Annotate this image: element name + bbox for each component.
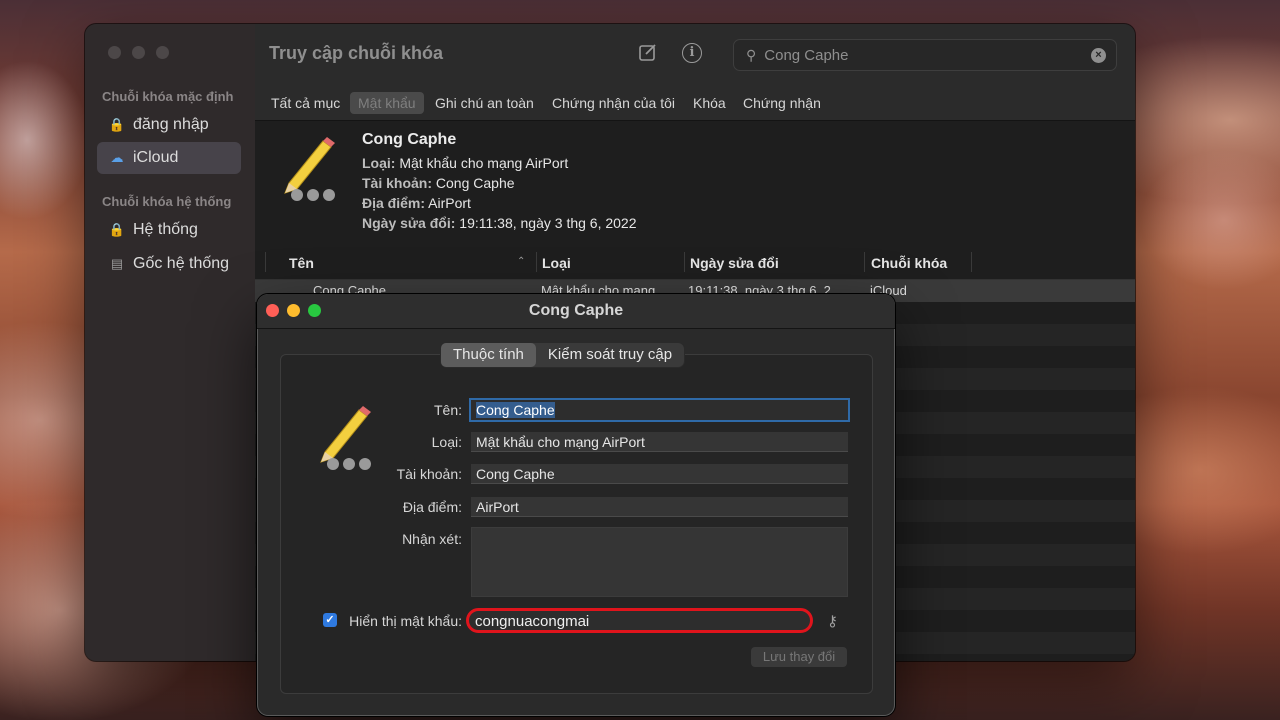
item-location-label: Địa điểm:: [362, 195, 426, 211]
compose-icon[interactable]: [637, 42, 659, 64]
item-info-dialog: Cong Caphe Thuộc tính Kiểm soát truy cập…: [257, 294, 895, 716]
sidebar-item-label: đăng nhập: [133, 116, 209, 133]
sidebar-item-label: Hệ thống: [133, 221, 198, 238]
item-modified-value: 19:11:38, ngày 3 thg 6, 2022: [459, 215, 637, 231]
tab-passwords[interactable]: Mật khẩu: [350, 92, 424, 114]
tab-all-items[interactable]: Tất cả mục: [263, 92, 348, 114]
location-label: Địa điểm:: [402, 499, 462, 515]
item-modified-row: Ngày sửa đổi: 19:11:38, ngày 3 thg 6, 20…: [362, 215, 637, 231]
sidebar-item-icloud[interactable]: ☁ iCloud: [97, 142, 241, 174]
dialog-titlebar: Cong Caphe: [257, 294, 895, 329]
item-type-label: Loại:: [362, 155, 396, 171]
wallpaper-fog: [1140, 150, 1280, 290]
sidebar-item-login[interactable]: 🔒 đăng nhập: [97, 109, 241, 141]
column-separator: [864, 252, 865, 272]
sidebar-item-label: Gốc hệ thống: [133, 255, 230, 272]
clear-search-icon[interactable]: ×: [1091, 47, 1106, 63]
sidebar-item-system-roots[interactable]: ▤ Gốc hệ thống: [97, 248, 241, 280]
info-icon[interactable]: i: [682, 43, 702, 63]
tab-secure-notes[interactable]: Ghi chú an toàn: [427, 92, 542, 114]
list-header: Tên ⌃ Loại Ngày sửa đổi Chuỗi khóa: [255, 246, 1135, 280]
tab-my-certificates[interactable]: Chứng nhận của tôi: [544, 92, 683, 114]
show-password-label: Hiển thị mật khẩu:: [349, 613, 462, 629]
sidebar-item-label: iCloud: [133, 149, 179, 166]
cloud-icon: ☁: [110, 150, 124, 165]
key-icon[interactable]: ⚷: [827, 612, 838, 630]
dialog-tabs: Thuộc tính Kiểm soát truy cập: [441, 343, 685, 367]
type-field[interactable]: Mật khẩu cho mạng AirPort: [471, 432, 848, 452]
dialog-title: Cong Caphe: [528, 302, 624, 319]
column-header-keychain[interactable]: Chuỗi khóa: [871, 255, 947, 271]
account-field[interactable]: Cong Caphe: [471, 464, 848, 484]
cabinet-icon: ▤: [110, 256, 124, 271]
item-name: Cong Caphe: [362, 131, 457, 148]
item-location-row: Địa điểm: AirPort: [362, 195, 471, 211]
sort-ascending-icon: ⌃: [517, 256, 526, 267]
sidebar-item-system[interactable]: 🔒 Hệ thống: [97, 214, 241, 246]
window-controls: [108, 46, 169, 59]
comment-field[interactable]: [471, 527, 848, 597]
search-icon: ⚲: [746, 46, 757, 63]
name-field[interactable]: Cong Caphe: [471, 400, 848, 420]
column-separator: [971, 252, 972, 272]
name-field-value: Cong Caphe: [476, 402, 555, 418]
item-type-value: Mật khẩu cho mạng AirPort: [399, 155, 569, 171]
lock-icon: 🔒: [108, 117, 126, 132]
type-label: Loại:: [431, 434, 462, 450]
save-changes-button[interactable]: Lưu thay đổi: [751, 647, 847, 667]
location-field[interactable]: AirPort: [471, 497, 848, 517]
lock-icon: 🔒: [108, 222, 126, 237]
column-separator: [684, 252, 685, 272]
close-button-inactive[interactable]: [108, 46, 121, 59]
search-input[interactable]: [764, 46, 1091, 64]
comment-label: Nhận xét:: [402, 531, 462, 547]
item-account-row: Tài khoản: Cong Caphe: [362, 175, 515, 191]
item-detail: Cong Caphe Loại: Mật khẩu cho mạng AirPo…: [255, 121, 1135, 246]
tab-access-control[interactable]: Kiểm soát truy cập: [536, 343, 684, 367]
account-label: Tài khoản:: [396, 466, 462, 482]
item-account-label: Tài khoản:: [362, 175, 433, 191]
tab-keys[interactable]: Khóa: [685, 92, 734, 114]
column-separator: [265, 252, 266, 272]
column-separator: [536, 252, 537, 272]
column-header-type[interactable]: Loại: [542, 255, 571, 271]
category-tabs: Tất cả mục Mật khẩu Ghi chú an toàn Chứn…: [255, 84, 1135, 121]
search-field[interactable]: ⚲ ×: [733, 39, 1117, 71]
password-value: congnuacongmai: [475, 613, 590, 630]
toolbar: Truy cập chuỗi khóa i ⚲ ×: [255, 24, 1135, 84]
zoom-button-inactive[interactable]: [156, 46, 169, 59]
minimize-button-inactive[interactable]: [132, 46, 145, 59]
password-item-icon: [284, 137, 335, 201]
tab-certificates[interactable]: Chứng nhận: [735, 92, 829, 114]
sidebar: Chuỗi khóa mặc định 🔒 đăng nhập ☁ iCloud…: [85, 24, 256, 661]
item-account-value: Cong Caphe: [435, 175, 515, 191]
item-modified-label: Ngày sửa đổi:: [362, 215, 456, 231]
item-type-row: Loại: Mật khẩu cho mạng AirPort: [362, 155, 568, 171]
tab-attributes[interactable]: Thuộc tính: [441, 343, 536, 367]
wallpaper-fog: [0, 60, 90, 220]
window-title: Truy cập chuỗi khóa: [269, 43, 444, 63]
sidebar-section-system: Chuỗi khóa hệ thống: [102, 194, 232, 209]
column-header-name[interactable]: Tên: [289, 255, 314, 271]
name-label: Tên:: [433, 402, 462, 418]
sidebar-section-default: Chuỗi khóa mặc định: [102, 89, 234, 104]
column-header-date[interactable]: Ngày sửa đổi: [690, 255, 779, 271]
item-location-value: AirPort: [428, 195, 471, 211]
password-field[interactable]: congnuacongmai: [466, 608, 813, 633]
